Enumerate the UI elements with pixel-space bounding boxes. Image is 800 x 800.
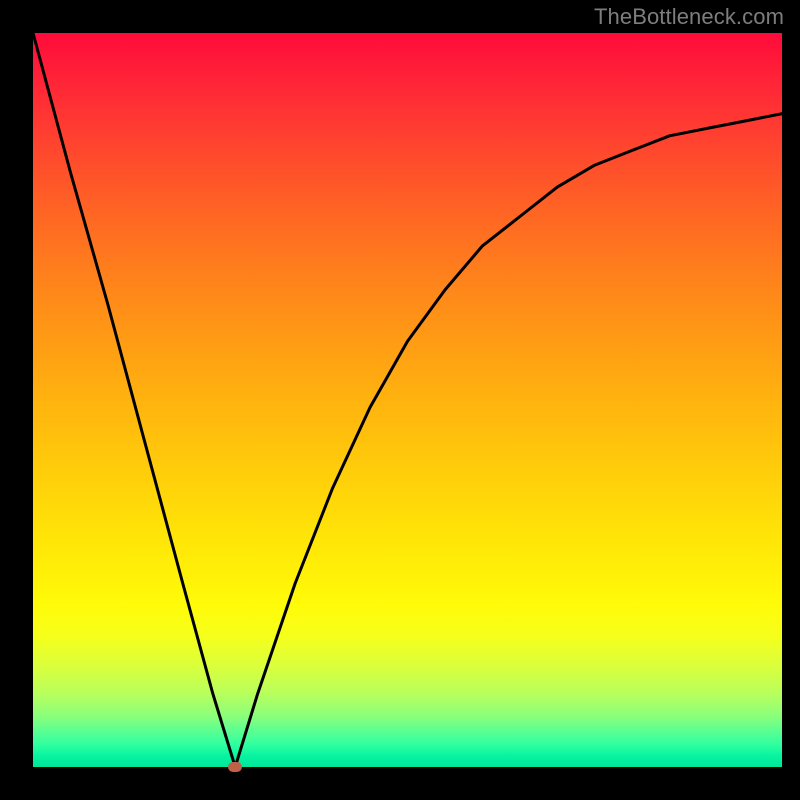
bottleneck-curve	[33, 33, 782, 767]
watermark-text: TheBottleneck.com	[594, 4, 784, 30]
plot-area	[33, 33, 782, 767]
optimum-marker	[228, 762, 242, 772]
chart-frame: TheBottleneck.com	[0, 0, 800, 800]
